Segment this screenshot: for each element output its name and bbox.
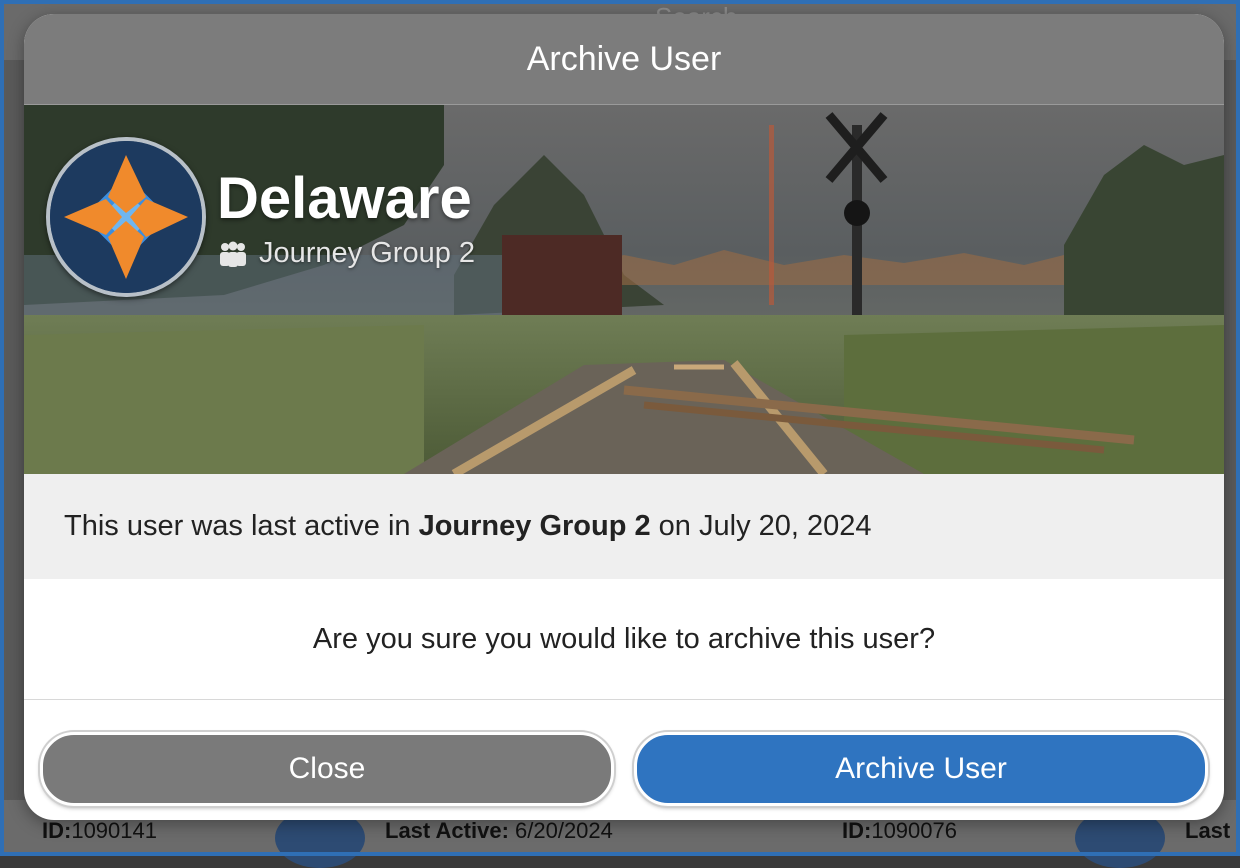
last-active-prefix: This user was last active in xyxy=(64,510,419,542)
background-last-active: Last Active: 6/20/2024 xyxy=(385,818,613,843)
confirmation-question: Are you sure you would like to archive t… xyxy=(24,579,1224,700)
background-last-active: Last xyxy=(1185,818,1231,843)
last-active-group: Journey Group 2 xyxy=(418,510,651,542)
background-side-panel xyxy=(1224,100,1240,800)
profile-banner: Delaware Journey Group 2 xyxy=(24,105,1224,474)
last-active-date: on July 20, 2024 xyxy=(650,510,872,542)
last-active-info: This user was last active in Journey Gro… xyxy=(24,474,1224,579)
dialog-title: Archive User xyxy=(24,14,1224,105)
banner-image xyxy=(24,105,1224,474)
profile-group: Journey Group 2 xyxy=(217,237,475,270)
close-button[interactable]: Close xyxy=(40,732,614,806)
background-user-id: ID:1090076 xyxy=(842,818,957,843)
profile-avatar xyxy=(46,137,206,297)
background-user-id: ID:1090141 xyxy=(42,818,157,843)
dialog-actions: Close Archive User xyxy=(24,718,1224,820)
compass-logo-icon xyxy=(50,141,202,293)
profile-name: Delaware xyxy=(217,166,472,231)
archive-user-dialog: Archive User Delaware Journey Group 2 Th… xyxy=(24,14,1224,820)
archive-user-button[interactable]: Archive User xyxy=(634,732,1208,806)
profile-group-label: Journey Group 2 xyxy=(259,237,476,269)
people-icon xyxy=(220,241,246,267)
